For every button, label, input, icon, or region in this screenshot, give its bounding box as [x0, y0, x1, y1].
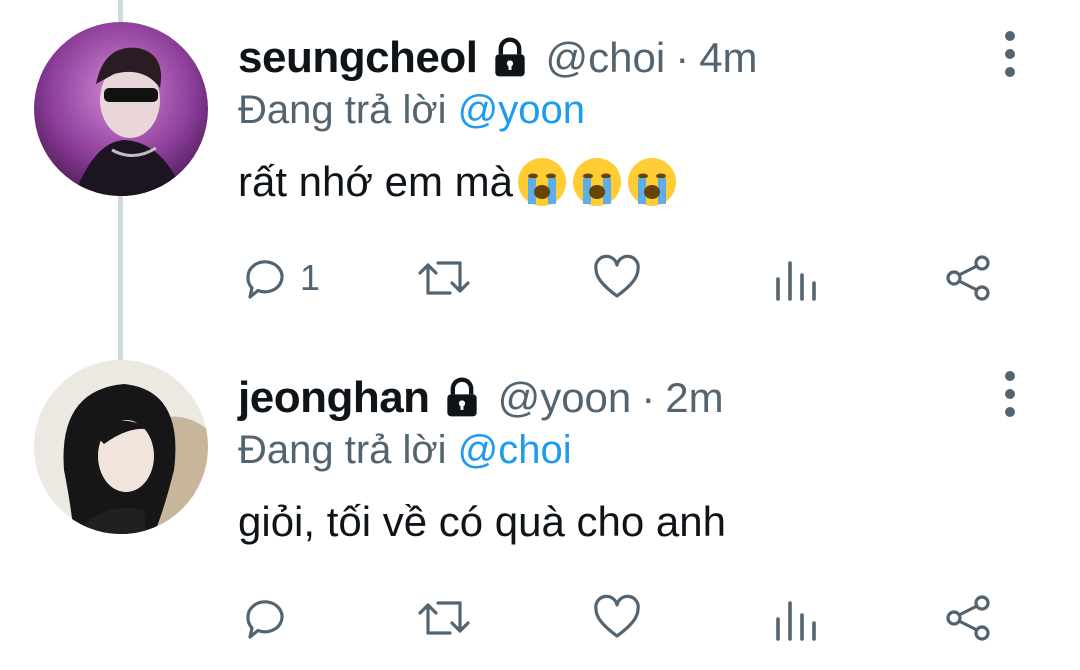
lock-icon	[488, 36, 532, 80]
more-options-icon[interactable]	[1000, 368, 1020, 424]
analytics-button[interactable]	[772, 588, 822, 648]
tweet-text: rất nhớ em mà	[238, 156, 678, 208]
handle[interactable]: @choi	[546, 34, 666, 82]
tweet-actions	[0, 588, 1080, 648]
timestamp[interactable]: 4m	[699, 34, 757, 82]
lock-icon	[440, 376, 484, 420]
separator-dot: ·	[675, 34, 690, 81]
more-options-icon[interactable]	[1000, 28, 1020, 84]
avatar[interactable]	[34, 22, 208, 196]
tweet-text-content: rất nhớ em mà	[238, 158, 513, 205]
loudly-crying-face-icon	[516, 156, 568, 208]
reply-icon	[246, 260, 284, 299]
mention-link[interactable]: @yoon	[458, 88, 585, 132]
timestamp[interactable]: 2m	[665, 374, 723, 422]
tweet[interactable]: seungcheol @choi · 4m Đang trả lời @yoon…	[0, 0, 1080, 330]
reply-button[interactable]	[240, 588, 300, 648]
analytics-icon	[776, 261, 816, 301]
share-button[interactable]	[944, 248, 994, 308]
share-icon	[946, 255, 990, 301]
tweet-header: seungcheol @choi · 4m	[238, 28, 758, 88]
tweet-header: jeonghan @yoon · 2m	[238, 368, 724, 428]
loudly-crying-face-icon	[626, 156, 678, 208]
retweet-button[interactable]	[414, 248, 474, 308]
avatar[interactable]	[34, 360, 208, 534]
tweet-actions: 1	[0, 248, 1080, 308]
display-name[interactable]: seungcheol	[238, 33, 478, 83]
reply-icon	[246, 600, 284, 639]
share-button[interactable]	[944, 588, 994, 648]
separator-dot: ·	[641, 374, 656, 421]
like-button[interactable]	[592, 248, 642, 308]
loudly-crying-face-icon	[571, 156, 623, 208]
reply-count: 1	[300, 257, 321, 298]
retweet-icon	[418, 261, 470, 295]
analytics-button[interactable]	[772, 248, 822, 308]
mention-link[interactable]: @choi	[458, 428, 572, 472]
reply-button[interactable]: 1	[240, 248, 320, 308]
tweet-text: giỏi, tối về có quà cho anh	[238, 498, 726, 546]
tweet-text-content: giỏi, tối về có quà cho anh	[238, 498, 727, 545]
like-button[interactable]	[592, 588, 642, 648]
retweet-icon	[418, 601, 470, 635]
handle[interactable]: @yoon	[498, 374, 632, 422]
replying-to-label: Đang trả lời	[238, 88, 458, 132]
heart-icon	[594, 254, 640, 298]
heart-icon	[594, 594, 640, 638]
replying-to-label: Đang trả lời	[238, 428, 458, 472]
replying-to: Đang trả lời @choi	[238, 428, 572, 473]
retweet-button[interactable]	[414, 588, 474, 648]
replying-to: Đang trả lời @yoon	[238, 88, 585, 133]
display-name[interactable]: jeonghan	[238, 373, 430, 423]
tweet[interactable]: jeonghan @yoon · 2m Đang trả lời @choi g…	[0, 340, 1080, 670]
share-icon	[946, 595, 990, 641]
analytics-icon	[776, 601, 816, 641]
